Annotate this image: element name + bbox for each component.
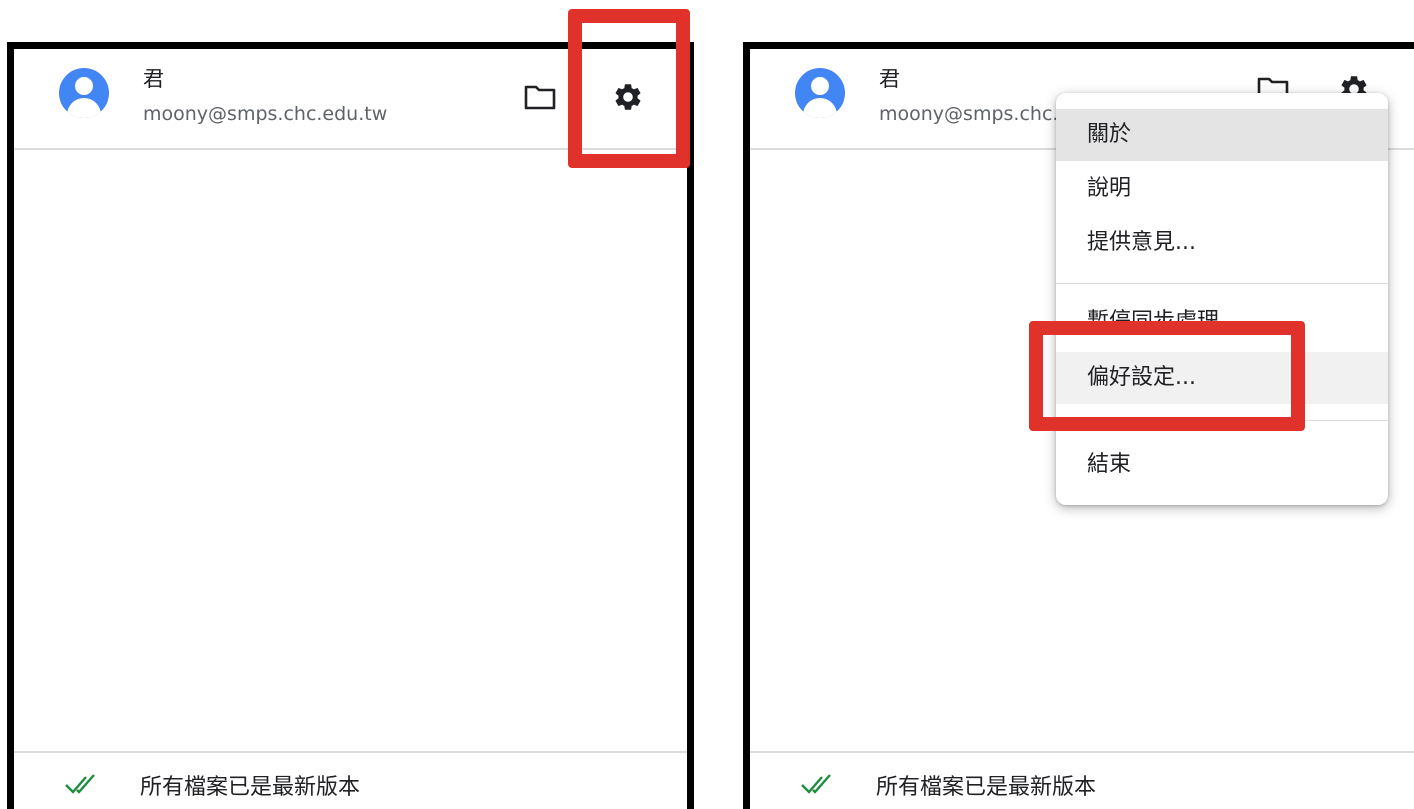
sync-status-text: 所有檔案已是最新版本	[876, 775, 1097, 800]
user-name: 君	[143, 67, 164, 91]
drive-window-before: 君 moony@smps.chc.edu.tw 所有檔案已是最新版本	[7, 42, 694, 809]
menu-item-quit[interactable]: 結束	[1056, 439, 1388, 491]
menu-item-feedback[interactable]: 提供意見...	[1056, 217, 1388, 269]
double-check-icon	[800, 773, 834, 799]
account-header: 君 moony@smps.chc.edu.tw	[14, 49, 687, 150]
double-check-icon	[64, 773, 98, 799]
sync-status-bar: 所有檔案已是最新版本	[14, 751, 687, 809]
account-circle-icon[interactable]	[795, 68, 845, 118]
menu-item-preferences[interactable]: 偏好設定...	[1056, 352, 1388, 404]
menu-item-about[interactable]: 關於	[1056, 109, 1388, 161]
user-email: moony@smps.chc.edu.tw	[143, 103, 388, 125]
menu-divider	[1056, 283, 1388, 284]
menu-item-help[interactable]: 說明	[1056, 163, 1388, 215]
sync-status-text: 所有檔案已是最新版本	[140, 775, 361, 800]
menu-divider	[1056, 420, 1388, 421]
gear-icon[interactable]	[608, 77, 648, 117]
settings-menu: 關於 說明 提供意見... 暫停同步處理 偏好設定... 結束	[1056, 93, 1388, 505]
tutorial-composite: 君 moony@smps.chc.edu.tw 所有檔案已是最新版本 君 moo…	[0, 0, 1414, 809]
folder-icon[interactable]	[520, 77, 560, 117]
sync-status-bar: 所有檔案已是最新版本	[750, 751, 1414, 809]
menu-item-pause-sync[interactable]: 暫停同步處理	[1056, 296, 1388, 348]
user-name: 君	[879, 67, 900, 91]
account-circle-icon[interactable]	[59, 68, 109, 118]
